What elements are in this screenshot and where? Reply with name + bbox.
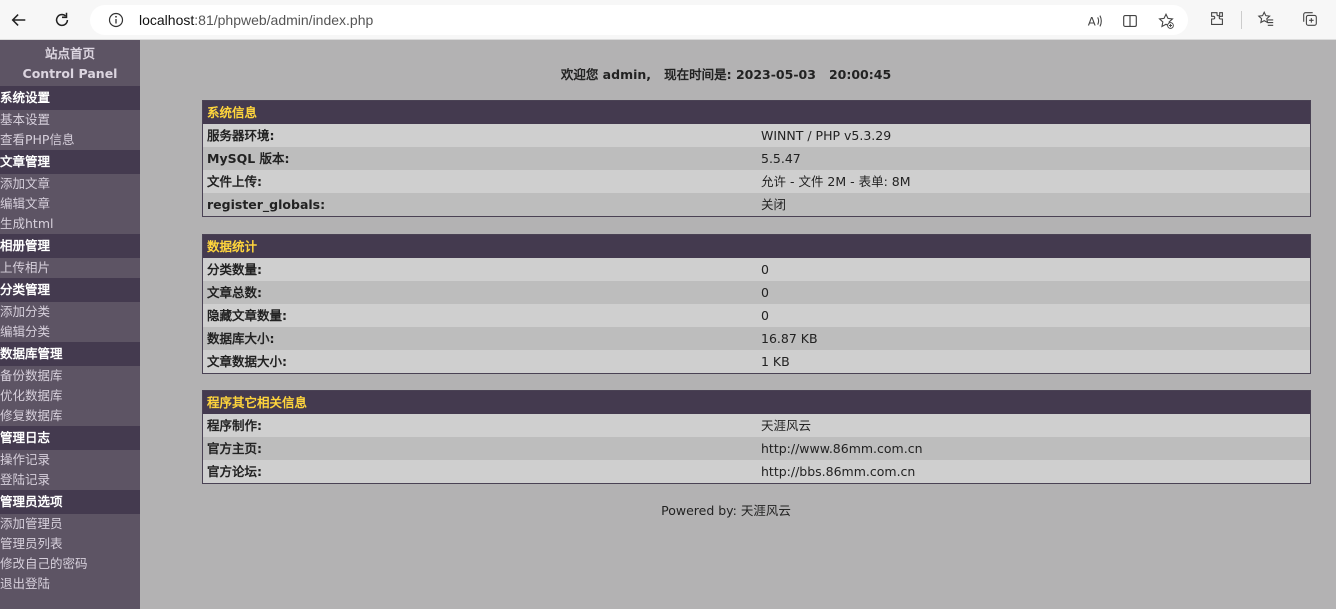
welcome-time-label: 现在时间是: 2023-05-03 [664,67,816,82]
table-row: 文件上传: 允许 - 文件 2M - 表单: 8M [203,170,1310,193]
row-key: MySQL 版本: [207,151,290,166]
browser-toolbar: localhost:81/phpweb/admin/index.php A [0,0,1336,40]
sidebar-category: 系统设置 [0,86,140,110]
table-row: 程序制作: 天涯风云 [203,414,1310,437]
system-info-panel: 系统信息 服务器环境: WINNT / PHP v5.3.29 MySQL 版本:… [202,100,1311,217]
sidebar-item[interactable]: 管理员列表 [0,534,140,554]
powered-by-footer: Powered by: 天涯风云 [661,503,791,518]
table-row: 隐藏文章数量: 0 [203,304,1310,327]
row-key: 程序制作: [207,418,262,433]
sidebar-category: 分类管理 [0,278,140,302]
row-value: 天涯风云 [761,418,812,433]
sidebar-item[interactable]: 添加管理员 [0,514,140,534]
row-value: 关闭 [761,197,787,212]
welcome-greeting: 欢迎您 admin, [560,67,652,82]
sidebar-item[interactable]: 修改自己的密码 [0,554,140,574]
url-text[interactable]: localhost:81/phpweb/admin/index.php [139,12,373,28]
sidebar-item[interactable]: 基本设置 [0,110,140,130]
sidebar-item[interactable]: 生成html [0,214,140,234]
panel-title: 数据统计 [203,235,1310,258]
address-bar[interactable]: localhost:81/phpweb/admin/index.php A [90,5,1188,35]
row-value: 5.5.47 [761,151,801,166]
site-home-link[interactable]: 站点首页 [0,44,140,64]
other-info-panel: 程序其它相关信息 程序制作: 天涯风云 官方主页: http://www.86mm.… [202,390,1311,484]
url-path: :81/phpweb/admin/index.php [194,12,374,28]
sidebar-item[interactable]: 退出登陆 [0,574,140,594]
row-key: 文件上传: [207,174,262,189]
row-key: 文章数据大小: [207,354,287,369]
welcome-time-value: 20:00:45 [828,67,892,82]
panel-title: 系统信息 [203,101,1310,124]
row-value: 16.87 KB [761,331,818,346]
sidebar-item[interactable]: 备份数据库 [0,366,140,386]
sidebar-category: 管理员选项 [0,490,140,514]
table-row: register_globals: 关闭 [203,193,1310,216]
sidebar-header: 站点首页 Control Panel [0,40,140,86]
sidebar-item[interactable]: 编辑文章 [0,194,140,214]
row-key: 数据库大小: [207,331,275,346]
favorites-icon[interactable] [1256,9,1276,29]
table-row: MySQL 版本: 5.5.47 [203,147,1310,170]
row-value: WINNT / PHP v5.3.29 [761,128,892,143]
sidebar-category: 相册管理 [0,234,140,258]
extensions-icon[interactable] [1207,9,1227,29]
sidebar-item[interactable]: 查看PHP信息 [0,130,140,150]
sidebar-item[interactable]: 编辑分类 [0,322,140,342]
admin-sidebar: 站点首页 Control Panel 系统设置 基本设置 查看PHP信息 文章管理 添加… [0,40,140,609]
sidebar-category: 管理日志 [0,426,140,450]
row-key: register_globals: [207,197,326,212]
sidebar-item[interactable]: 添加分类 [0,302,140,322]
panel-title: 程序其它相关信息 [203,391,1310,414]
row-key: 分类数量: [207,262,262,277]
add-favorite-icon[interactable] [1156,11,1176,31]
sidebar-item[interactable]: 修复数据库 [0,406,140,426]
sidebar-item[interactable]: 操作记录 [0,450,140,470]
site-info-icon[interactable] [108,12,124,28]
toolbar-divider [1241,11,1242,29]
sidebar-item[interactable]: 添加文章 [0,174,140,194]
official-forum-link[interactable]: http://bbs.86mm.com.cn [757,460,1310,483]
sidebar-category: 数据库管理 [0,342,140,366]
sidebar-item[interactable]: 登陆记录 [0,470,140,490]
refresh-icon[interactable] [48,6,76,34]
row-key: 文章总数: [207,285,262,300]
collections-icon[interactable] [1300,9,1320,29]
table-row: 文章总数: 0 [203,281,1310,304]
row-value: 0 [761,308,769,323]
svg-text:A: A [1088,15,1096,29]
row-value: 0 [761,262,769,277]
sidebar-item[interactable]: 上传相片 [0,258,140,278]
table-row: 数据库大小: 16.87 KB [203,327,1310,350]
row-value: 允许 - 文件 2M - 表单: 8M [761,174,911,189]
back-arrow-icon[interactable] [5,6,33,34]
table-row: 官方论坛: http://bbs.86mm.com.cn [203,460,1310,483]
row-key: 隐藏文章数量: [207,308,287,323]
main-content: 欢迎您 admin, 现在时间是: 2023-05-03 20:00:45 系统… [140,40,1336,609]
welcome-line: 欢迎您 admin, 现在时间是: 2023-05-03 20:00:45 [140,64,1312,83]
official-homepage-link[interactable]: http://www.86mm.com.cn [757,437,1310,460]
table-row: 官方主页: http://www.86mm.com.cn [203,437,1310,460]
table-row: 服务器环境: WINNT / PHP v5.3.29 [203,124,1310,147]
control-panel-link[interactable]: Control Panel [0,64,140,84]
sidebar-category: 文章管理 [0,150,140,174]
url-host: localhost [139,12,195,28]
row-value: 0 [761,285,769,300]
table-row: 分类数量: 0 [203,258,1310,281]
row-key: 官方主页: [207,441,262,456]
row-value: 1 KB [761,354,790,369]
data-statistics-panel: 数据统计 分类数量: 0 文章总数: 0 隐藏文章数量: 0 数据库大小: 16.87 … [202,234,1311,374]
split-screen-icon[interactable] [1120,11,1140,31]
row-key: 服务器环境: [207,128,275,143]
row-key: 官方论坛: [207,464,262,479]
sidebar-item[interactable]: 优化数据库 [0,386,140,406]
table-row: 文章数据大小: 1 KB [203,350,1310,373]
read-aloud-icon[interactable]: A [1085,11,1105,31]
